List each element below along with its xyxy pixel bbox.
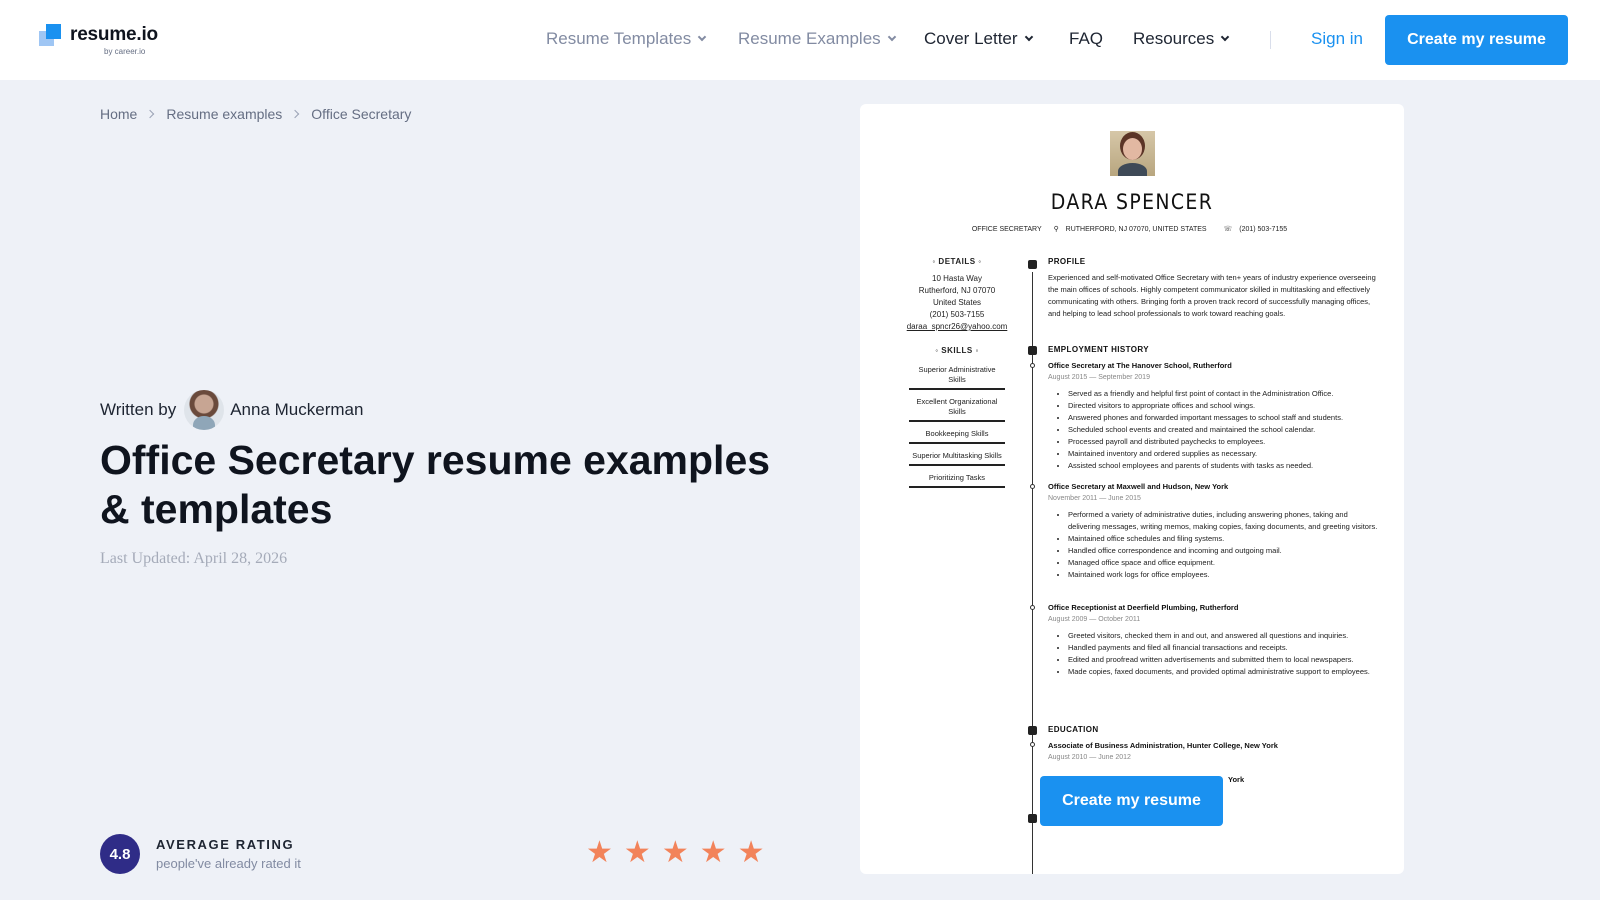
star-icon[interactable]: ★ bbox=[624, 838, 651, 868]
resume-details: ◦ DETAILS ◦ 10 Hasta Way Rutherford, NJ … bbox=[906, 257, 1008, 331]
author-prefix: Written by bbox=[100, 400, 177, 419]
star-icon[interactable]: ★ bbox=[700, 838, 727, 868]
job-entry: Office Secretary at Maxwell and Hudson, … bbox=[1048, 481, 1378, 581]
profile-icon bbox=[1028, 260, 1037, 269]
author-avatar bbox=[184, 390, 225, 430]
breadcrumb: Home Resume examples Office Secretary bbox=[100, 106, 411, 122]
resume-skills: ◦ SKILLS ◦ Superior Administrative Skill… bbox=[894, 345, 1020, 492]
logo-icon bbox=[39, 24, 63, 48]
nav-cover-letter[interactable]: Cover Letter bbox=[924, 27, 1033, 51]
nav-divider bbox=[1270, 31, 1271, 49]
breadcrumb-home[interactable]: Home bbox=[100, 106, 137, 122]
resume-education: EDUCATION Associate of Business Administ… bbox=[1048, 725, 1278, 761]
resume-contact: OFFICE SECRETARY ⚲ RUTHERFORD, NJ 07070,… bbox=[971, 226, 1288, 233]
chevron-down-icon bbox=[1024, 32, 1033, 42]
breadcrumb-current: Office Secretary bbox=[311, 106, 412, 122]
star-icon[interactable]: ★ bbox=[738, 838, 765, 868]
briefcase-icon bbox=[1028, 346, 1037, 355]
resume-profile: PROFILE Experienced and self-motivated O… bbox=[1048, 257, 1376, 318]
signin-link[interactable]: Sign in bbox=[1311, 27, 1363, 51]
top-header: resume.io by career.io Resume Templates … bbox=[0, 0, 1600, 80]
create-resume-overlay-button[interactable]: Create my resume bbox=[1040, 776, 1223, 826]
rating-score: 4.8 bbox=[100, 834, 140, 874]
nav-resources[interactable]: Resources bbox=[1133, 27, 1230, 51]
resume-name: DARA SPENCER bbox=[1050, 190, 1214, 214]
resume-employment: EMPLOYMENT HISTORY Office Secretary at T… bbox=[1048, 344, 1378, 472]
brand-name: resume.io bbox=[70, 24, 158, 45]
resume-photo bbox=[1110, 131, 1155, 176]
job-entry: Office Secretary at The Hanover School, … bbox=[1048, 360, 1378, 472]
brand-sub: by career.io bbox=[104, 47, 146, 56]
brand-logo[interactable]: resume.io by career.io bbox=[39, 24, 158, 56]
rating-label: AVERAGE RATING bbox=[156, 837, 295, 852]
rating-subtext: people've already rated it bbox=[156, 856, 301, 871]
page-title: Office Secretary resume examples & templ… bbox=[100, 437, 771, 532]
job-entry: Office Receptionist at Deerfield Plumbin… bbox=[1048, 602, 1378, 678]
star-icon[interactable]: ★ bbox=[662, 838, 689, 868]
education-entry: York bbox=[1228, 775, 1245, 784]
rating-stars[interactable]: ★ ★ ★ ★ ★ bbox=[586, 838, 776, 868]
last-updated: Last Updated: April 28, 2026 bbox=[100, 550, 288, 567]
star-icon[interactable]: ★ bbox=[586, 838, 613, 868]
breadcrumb-resume-examples[interactable]: Resume examples bbox=[166, 106, 282, 122]
nav-resume-templates[interactable]: Resume Templates bbox=[546, 27, 707, 51]
create-resume-button[interactable]: Create my resume bbox=[1385, 15, 1568, 65]
author-name[interactable]: Anna Muckerman bbox=[230, 400, 363, 420]
chevron-down-icon bbox=[697, 32, 707, 42]
chevron-right-icon bbox=[146, 109, 155, 119]
chevron-right-icon bbox=[291, 109, 300, 119]
resume-preview[interactable]: DARA SPENCER OFFICE SECRETARY ⚲ RUTHERFO… bbox=[860, 104, 1404, 874]
nav-resume-examples[interactable]: Resume Examples bbox=[738, 27, 896, 51]
nav-faq[interactable]: FAQ bbox=[1069, 27, 1103, 51]
megaphone-icon bbox=[1028, 814, 1037, 823]
chevron-down-icon bbox=[887, 32, 896, 42]
graduation-cap-icon bbox=[1028, 726, 1037, 735]
chevron-down-icon bbox=[1221, 32, 1230, 42]
author-line: Written by Anna Muckerman bbox=[100, 390, 363, 430]
